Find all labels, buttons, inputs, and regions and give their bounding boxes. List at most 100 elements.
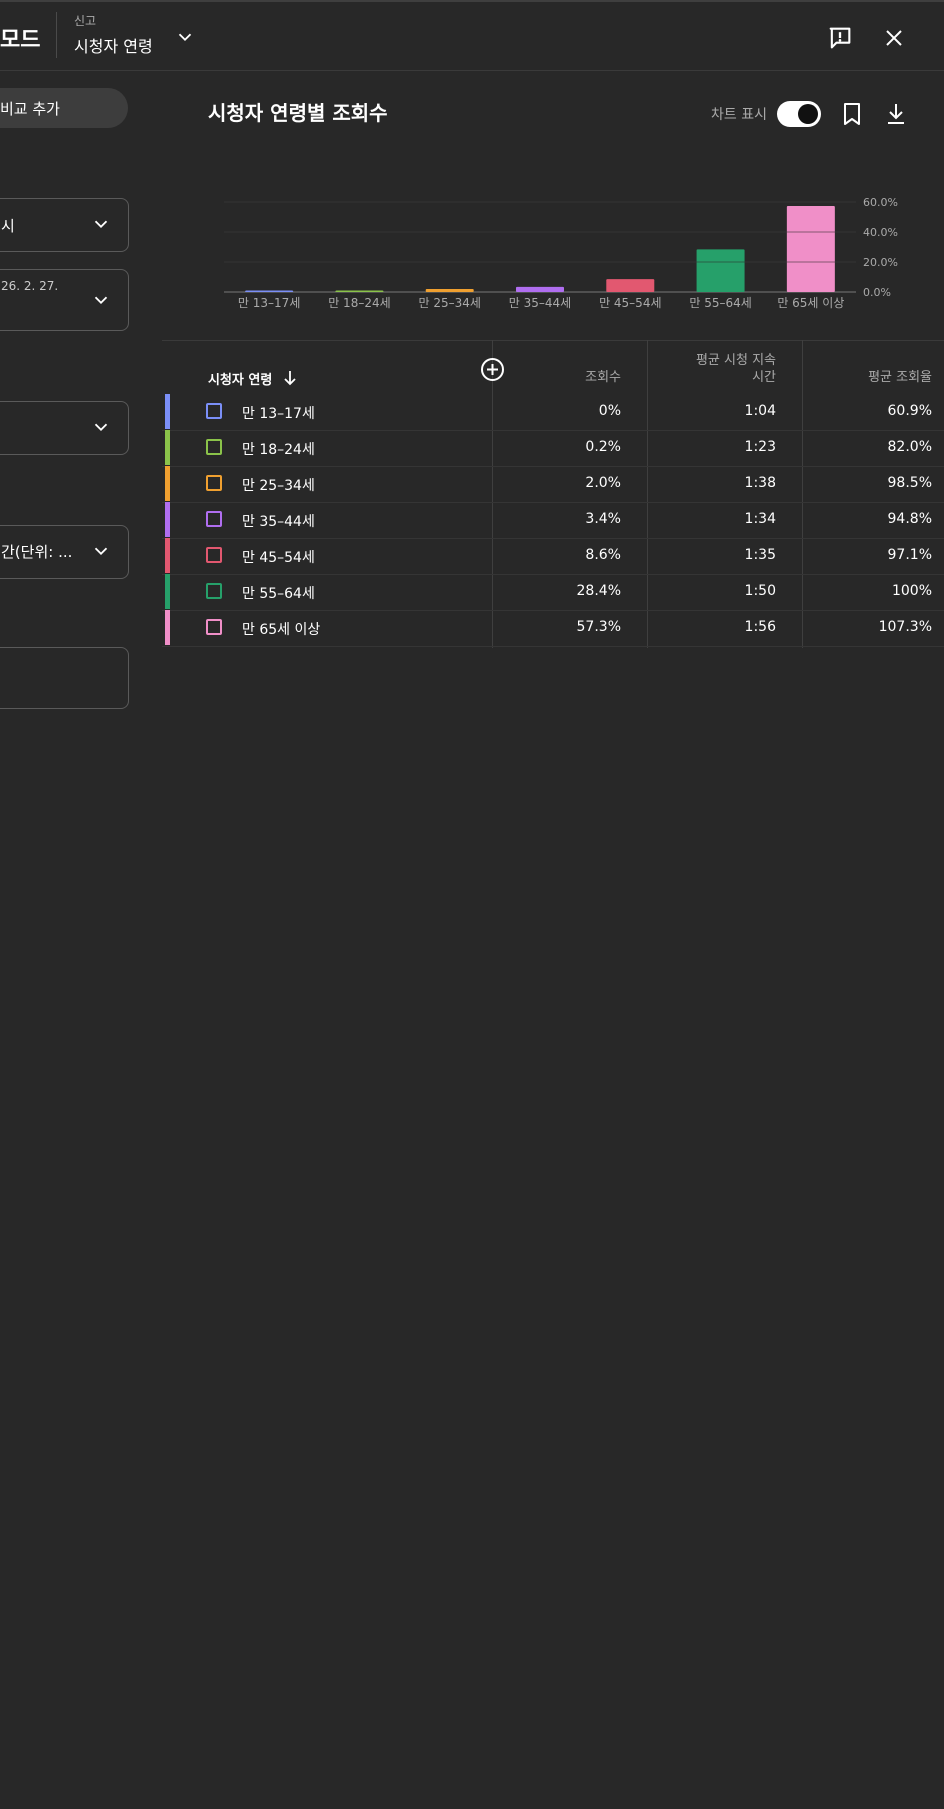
bar-2[interactable]	[425, 289, 474, 292]
table-row[interactable]: 만 55–64세 28.4% 1:50 100%	[162, 574, 944, 611]
row-age: 만 25–34세	[242, 478, 315, 494]
close-icon[interactable]	[882, 26, 906, 54]
row-views: 28.4%	[576, 583, 621, 599]
row-duration: 1:50	[744, 583, 776, 599]
date-range-dropdown[interactable]: 26. 2. 27.	[0, 269, 129, 331]
bar-4[interactable]	[606, 279, 655, 292]
row-checkbox[interactable]	[206, 619, 222, 635]
bar-1[interactable]	[335, 290, 384, 293]
bar-3[interactable]	[516, 286, 564, 292]
mode-title: 모드	[0, 28, 41, 53]
x-category-label: 만 13–17세	[238, 296, 300, 310]
filter-dropdown-1-value: 시	[1, 217, 15, 235]
y-tick-label: 60.0%	[863, 196, 898, 209]
row-color-bar	[165, 502, 170, 537]
row-duration: 1:34	[744, 511, 776, 527]
arrow-down-icon[interactable]	[282, 369, 298, 391]
header-avg-percentage[interactable]: 평균 조회율	[820, 369, 932, 386]
filter-dropdown-4-value: 간(단위: ...	[1, 543, 73, 561]
row-age: 만 13–17세	[242, 406, 315, 422]
row-color-bar	[165, 538, 170, 573]
toggle-knob	[798, 104, 818, 124]
row-percentage: 100%	[891, 583, 932, 599]
table-row[interactable]: 만 65세 이상 57.3% 1:56 107.3%	[162, 610, 944, 647]
row-color-bar	[165, 394, 170, 429]
x-category-label: 만 55–64세	[689, 296, 751, 310]
chevron-down-icon	[94, 220, 108, 229]
add-comparison-button[interactable]: 비교 추가	[0, 88, 128, 128]
row-color-bar	[165, 430, 170, 465]
row-duration: 1:35	[744, 547, 776, 563]
header-avg-duration[interactable]: 평균 시청 지속 시간	[656, 352, 776, 386]
feedback-icon[interactable]	[826, 24, 854, 56]
table-row[interactable]: 만 45–54세 8.6% 1:35 97.1%	[162, 538, 944, 575]
show-chart-label: 차트 표시	[711, 107, 767, 123]
filter-dropdown-4[interactable]: 간(단위: ...	[0, 525, 129, 579]
header-divider	[56, 12, 57, 58]
row-views: 8.6%	[585, 547, 621, 563]
row-views: 3.4%	[585, 511, 621, 527]
row-checkbox[interactable]	[206, 583, 222, 599]
row-color-bar	[165, 610, 170, 645]
row-views: 57.3%	[576, 619, 621, 635]
header-avg-duration-line1: 평균 시청 지속	[695, 353, 776, 368]
row-duration: 1:04	[744, 403, 776, 419]
table-row[interactable]: 만 18–24세 0.2% 1:23 82.0%	[162, 430, 944, 467]
bar-5[interactable]	[696, 249, 745, 292]
row-duration: 1:23	[744, 439, 776, 455]
header: 모드 신고 시청자 연령	[0, 2, 944, 71]
header-viewer-age[interactable]: 시청자 연령	[208, 369, 272, 388]
row-percentage: 94.8%	[887, 511, 932, 527]
x-category-label: 만 35–44세	[509, 296, 571, 310]
x-category-label: 만 65세 이상	[777, 296, 844, 310]
row-checkbox[interactable]	[206, 403, 222, 419]
chevron-down-icon	[94, 296, 108, 305]
row-age: 만 45–54세	[242, 550, 315, 566]
report-caption: 신고	[74, 14, 97, 28]
row-percentage: 107.3%	[878, 619, 932, 635]
header-avg-duration-line2: 시간	[752, 370, 776, 385]
row-percentage: 82.0%	[887, 439, 932, 455]
bar-0[interactable]	[245, 290, 294, 293]
y-tick-label: 0.0%	[863, 286, 891, 299]
y-tick-label: 40.0%	[863, 226, 898, 239]
row-age: 만 35–44세	[242, 514, 315, 530]
download-icon[interactable]	[884, 101, 908, 131]
filter-dropdown-3[interactable]	[0, 401, 129, 455]
chevron-down-icon	[94, 547, 108, 556]
x-category-label: 만 25–34세	[418, 296, 480, 310]
row-color-bar	[165, 574, 170, 609]
y-tick-label: 20.0%	[863, 256, 898, 269]
bookmark-icon[interactable]	[840, 101, 864, 131]
table-top-border	[162, 340, 944, 341]
row-percentage: 97.1%	[887, 547, 932, 563]
show-chart-toggle[interactable]	[777, 101, 821, 127]
row-percentage: 60.9%	[887, 403, 932, 419]
row-checkbox[interactable]	[206, 439, 222, 455]
chevron-down-icon	[94, 423, 108, 432]
chart-title: 시청자 연령별 조회수	[208, 101, 388, 125]
row-views: 0.2%	[585, 439, 621, 455]
row-duration: 1:56	[744, 619, 776, 635]
table-row[interactable]: 만 25–34세 2.0% 1:38 98.5%	[162, 466, 944, 503]
filter-dropdown-1[interactable]: 시	[0, 198, 129, 252]
table-row[interactable]: 만 13–17세 0% 1:04 60.9%	[162, 394, 944, 431]
bar-6[interactable]	[786, 206, 835, 292]
row-age: 만 18–24세	[242, 442, 315, 458]
chevron-down-icon[interactable]	[174, 26, 196, 52]
add-circle-icon[interactable]	[480, 357, 505, 386]
header-views[interactable]: 조회수	[540, 369, 621, 386]
row-age: 만 65세 이상	[242, 622, 321, 638]
row-duration: 1:38	[744, 475, 776, 491]
row-checkbox[interactable]	[206, 547, 222, 563]
row-percentage: 98.5%	[887, 475, 932, 491]
date-range-value: 26. 2. 27.	[1, 279, 59, 293]
row-checkbox[interactable]	[206, 511, 222, 527]
filter-box-5[interactable]	[0, 647, 129, 709]
row-checkbox[interactable]	[206, 475, 222, 491]
table-row[interactable]: 만 35–44세 3.4% 1:34 94.8%	[162, 502, 944, 539]
x-category-label: 만 45–54세	[599, 296, 661, 310]
add-comparison-label: 비교 추가	[0, 100, 60, 118]
row-age: 만 55–64세	[242, 586, 315, 602]
report-selector-value[interactable]: 시청자 연령	[74, 33, 153, 57]
